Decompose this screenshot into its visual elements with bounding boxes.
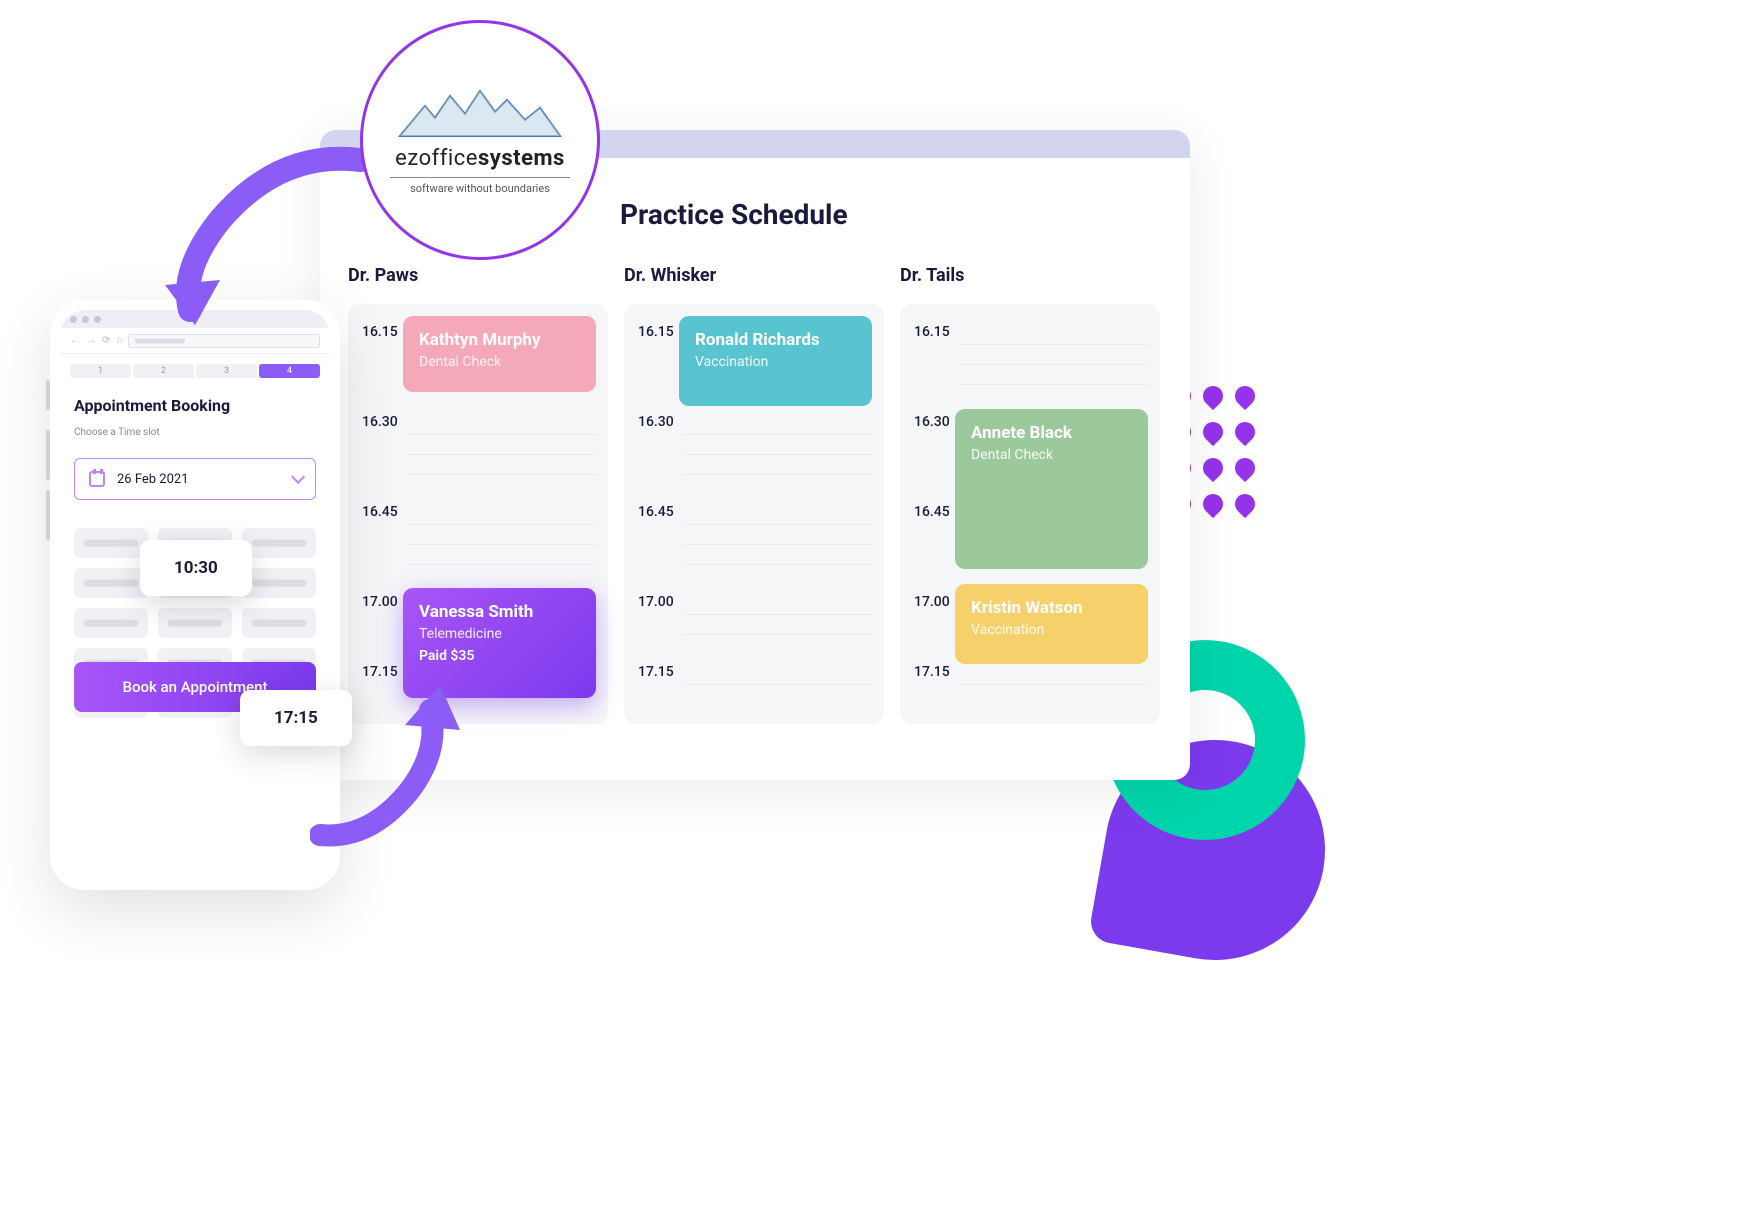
logo-badge: ezofficesystems software without boundar… <box>360 20 600 260</box>
refresh-icon[interactable]: ⟳ <box>102 335 110 346</box>
time-label: 17.15 <box>362 664 398 680</box>
logo-text: ezofficesystems <box>395 146 565 171</box>
doctor-name: Dr. Paws <box>348 265 608 286</box>
time-label: 16.30 <box>914 414 950 430</box>
logo-divider <box>390 177 570 178</box>
time-slot[interactable] <box>158 608 232 638</box>
appt-service: Dental Check <box>419 354 580 370</box>
chevron-down-icon <box>291 470 305 484</box>
appt-patient-name: Annete Black <box>971 423 1132 443</box>
appt-payment-status: Paid $35 <box>419 648 580 664</box>
appt-service: Dental Check <box>971 447 1132 463</box>
schedule-body[interactable]: 16.15 16.30 16.45 17.00 17.15 Kathtyn Mu… <box>348 304 608 724</box>
appt-service: Vaccination <box>695 354 856 370</box>
time-slot[interactable] <box>242 528 316 558</box>
appt-patient-name: Vanessa Smith <box>419 602 580 622</box>
schedule-body[interactable]: 16.15 16.30 16.45 17.00 17.15 Annete Bla… <box>900 304 1160 724</box>
sync-arrow-up <box>310 680 470 850</box>
time-label: 16.30 <box>362 414 398 430</box>
appt-service: Telemedicine <box>419 626 580 642</box>
time-label: 16.15 <box>914 324 950 340</box>
date-picker[interactable]: 26 Feb 2021 <box>74 458 316 500</box>
appt-patient-name: Ronald Richards <box>695 330 856 350</box>
appointment-card[interactable]: Kristin Watson Vaccination <box>955 584 1148 664</box>
time-label: 17.00 <box>362 594 398 610</box>
appointment-card[interactable]: Ronald Richards Vaccination <box>679 316 872 406</box>
appointment-card[interactable]: Annete Black Dental Check <box>955 409 1148 569</box>
appt-patient-name: Kristin Watson <box>971 598 1132 618</box>
time-label: 17.00 <box>914 594 950 610</box>
back-icon[interactable]: ← <box>70 335 80 346</box>
selected-date: 26 Feb 2021 <box>117 472 189 487</box>
sync-arrow-down <box>160 140 380 340</box>
step-3[interactable]: 3 <box>196 364 257 378</box>
time-slot[interactable] <box>74 528 148 558</box>
schedule-body[interactable]: 16.15 16.30 16.45 17.00 17.15 Ronald Ric… <box>624 304 884 724</box>
step-2[interactable]: 2 <box>133 364 194 378</box>
doctor-name: Dr. Tails <box>900 265 1160 286</box>
home-icon[interactable]: ⌂ <box>116 335 122 346</box>
phone-side-button <box>46 430 50 480</box>
time-label: 17.15 <box>914 664 950 680</box>
doctor-column-whisker: Dr. Whisker 16.15 16.30 16.45 17.00 17.1… <box>624 265 884 724</box>
booking-subheading: Choose a Time slot <box>74 427 316 438</box>
doctor-column-paws: Dr. Paws 16.15 16.30 16.45 17.00 17.15 K… <box>348 265 608 724</box>
logo-tagline: software without boundaries <box>410 182 550 195</box>
schedule-columns: Dr. Paws 16.15 16.30 16.45 17.00 17.15 K… <box>348 265 1160 724</box>
time-label: 16.45 <box>638 504 674 520</box>
time-label: 16.15 <box>638 324 674 340</box>
time-label: 17.15 <box>638 664 674 680</box>
booking-heading: Appointment Booking <box>74 396 316 415</box>
appointment-card[interactable]: Kathtyn Murphy Dental Check <box>403 316 596 392</box>
time-chip-1030[interactable]: 10:30 <box>140 540 252 596</box>
doctor-name: Dr. Whisker <box>624 265 884 286</box>
time-label: 16.45 <box>914 504 950 520</box>
stepper: 1 2 3 4 <box>70 364 320 378</box>
schedule-title: Practice Schedule <box>620 198 1190 231</box>
calendar-icon <box>89 471 105 487</box>
time-slot[interactable] <box>74 568 148 598</box>
phone-side-button <box>46 380 50 410</box>
time-label: 16.30 <box>638 414 674 430</box>
time-label: 17.00 <box>638 594 674 610</box>
phone-side-button <box>46 490 50 540</box>
mountain-icon <box>395 86 565 142</box>
step-4[interactable]: 4 <box>259 364 320 378</box>
doctor-column-tails: Dr. Tails 16.15 16.30 16.45 17.00 17.15 … <box>900 265 1160 724</box>
step-1[interactable]: 1 <box>70 364 131 378</box>
time-label: 16.45 <box>362 504 398 520</box>
forward-icon[interactable]: → <box>86 335 96 346</box>
appt-patient-name: Kathtyn Murphy <box>419 330 580 350</box>
time-slot[interactable] <box>242 568 316 598</box>
time-slot[interactable] <box>242 608 316 638</box>
appt-service: Vaccination <box>971 622 1132 638</box>
time-slot[interactable] <box>74 608 148 638</box>
